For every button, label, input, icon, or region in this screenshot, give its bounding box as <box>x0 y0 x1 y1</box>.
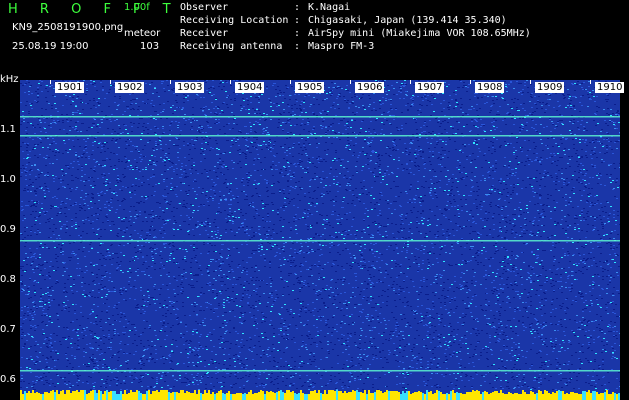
x-tick-label: 1901 <box>55 82 85 93</box>
x-tick-label: 1908 <box>475 82 505 93</box>
x-tick-label: 1905 <box>295 82 325 93</box>
y-tick-label: 0.7 <box>0 324 16 335</box>
y-tick-label: 0.6 <box>0 374 16 385</box>
x-tick-label: 1902 <box>115 82 145 93</box>
timestamp-label: 25.08.19 19:00 <box>12 41 89 52</box>
info-value: Chigasaki, Japan (139.414 35.340) <box>308 15 507 26</box>
x-tick-label: 1910 <box>595 82 625 93</box>
info-key: Receiver <box>180 28 229 39</box>
filename-label: KN9_2508191900.png <box>12 22 124 33</box>
meteor-label: meteor <box>124 28 161 39</box>
y-axis-unit: kHz <box>0 74 19 85</box>
y-tick-label: 0.8 <box>0 274 16 285</box>
app-version: 1.00f <box>124 2 150 13</box>
info-key: Observer <box>180 2 229 13</box>
x-tick-label: 1907 <box>415 82 445 93</box>
meteor-count: 103 <box>140 41 160 52</box>
info-key: Receiving antenna <box>180 41 283 52</box>
info-location: Receiving Location: Chigasaki, Japan (139… <box>180 15 507 26</box>
info-colon: : <box>294 2 301 13</box>
info-receiver: Receiver: AirSpy mini (Miakejima VOR 108.… <box>180 28 531 39</box>
x-tick-label: 1903 <box>175 82 205 93</box>
spectrogram-plot <box>20 80 620 400</box>
x-tick-label: 1909 <box>535 82 565 93</box>
info-value: AirSpy mini (Miakejima VOR 108.65MHz) <box>308 28 531 39</box>
info-colon: : <box>294 15 301 26</box>
info-key: Receiving Location <box>180 15 289 26</box>
spectrogram-canvas <box>20 80 620 400</box>
info-antenna: Receiving antenna: Maspro FM-3 <box>180 41 374 52</box>
y-tick-label: 1.0 <box>0 174 16 185</box>
info-observer: Observer: K.Nagai <box>180 2 350 13</box>
info-value: Maspro FM-3 <box>308 41 375 52</box>
app-name: H R O F F T <box>8 2 180 17</box>
x-tick-label: 1906 <box>355 82 385 93</box>
info-colon: : <box>294 41 301 52</box>
y-tick-label: 1.1 <box>0 124 16 135</box>
info-colon: : <box>294 28 301 39</box>
y-tick-label: 0.9 <box>0 224 16 235</box>
info-value: K.Nagai <box>308 2 351 13</box>
x-tick-label: 1904 <box>235 82 265 93</box>
